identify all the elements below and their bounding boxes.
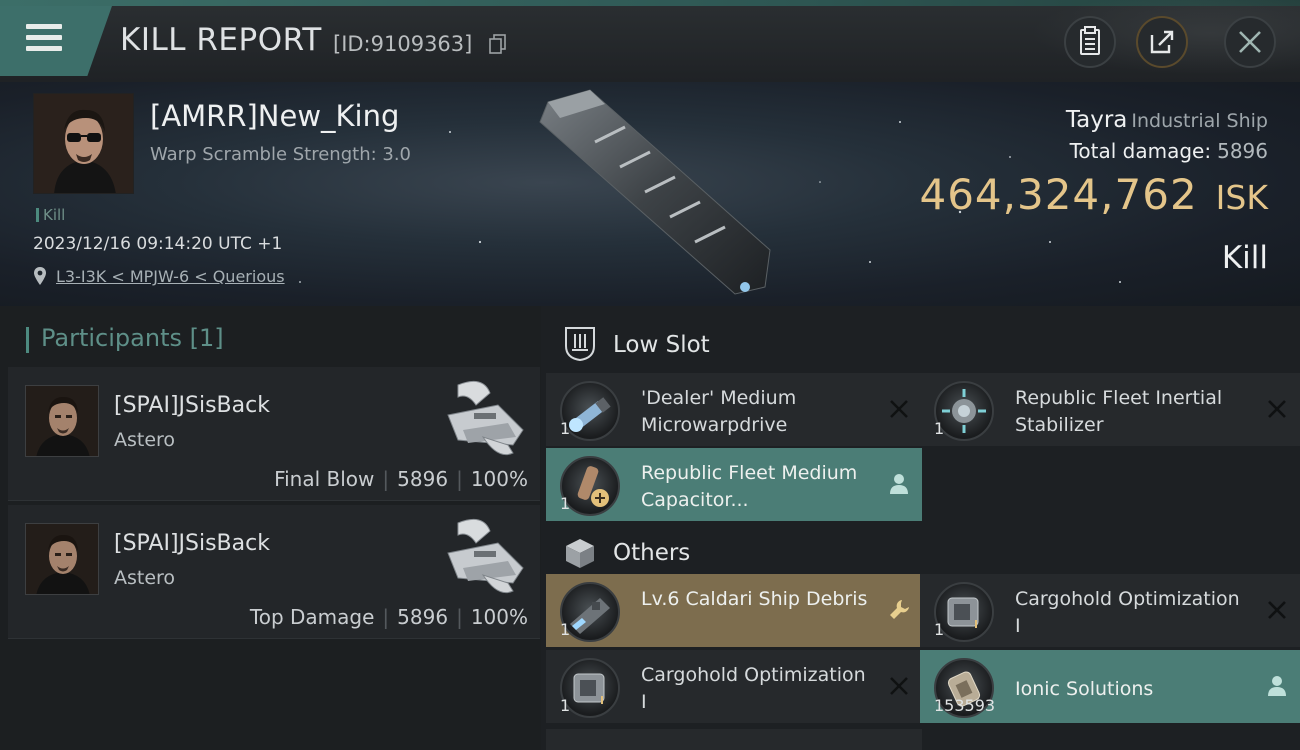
item-quantity: 1 — [560, 620, 571, 639]
kill-result-label: Kill — [1221, 240, 1268, 276]
item-row[interactable]: 1 Republic Fleet Medium Capacitor... — [546, 448, 922, 521]
item-quantity: 153593 — [934, 696, 996, 715]
fitting-panel: Low Slot 1 'Dealer' Medium Microwarpdriv… — [541, 306, 1300, 750]
item-quantity: 1 — [934, 419, 945, 438]
victim-avatar[interactable] — [33, 93, 134, 194]
location-link[interactable]: L3-I3K < MPJW-6 < Querious — [56, 267, 285, 286]
cargo-box-icon — [566, 539, 594, 568]
participant-avatar[interactable] — [25, 523, 99, 595]
title-bar: KILL REPORT [ID:9109363] — [0, 0, 1300, 82]
ship-class: Industrial Ship — [1131, 110, 1268, 132]
item-row[interactable]: 1 'Dealer' Medium Microwarpdrive — [546, 373, 922, 446]
item-row-partial[interactable] — [546, 729, 922, 750]
participant-ship: Astero — [114, 567, 176, 589]
destroyed-icon — [1268, 601, 1286, 619]
participant-avatar[interactable] — [25, 385, 99, 457]
clipboard-button[interactable] — [1064, 16, 1116, 68]
participant-role: Final Blow — [274, 467, 375, 491]
participant-role: Top Damage — [249, 605, 375, 629]
isk-value: 464,324,762 — [919, 170, 1198, 219]
victim-ship[interactable]: Tayra Industrial Ship — [1066, 107, 1268, 133]
participant-row[interactable]: [SPAI]JSisBack Astero Final Blow | 5896 | 10… — [8, 367, 540, 501]
participants-panel: Participants [1] [SPAI]JSisBack Astero F… — [0, 306, 541, 750]
destroyed-icon — [890, 400, 908, 418]
item-name: 'Dealer' Medium Microwarpdrive — [641, 387, 797, 436]
ship-name: Tayra — [1065, 107, 1128, 133]
pilot-portrait-image — [26, 386, 98, 456]
participant-ship-image — [447, 380, 524, 456]
report-id: [ID:9109363] — [333, 32, 473, 56]
participants-count: [1] — [189, 324, 224, 352]
item-name: Ionic Solutions — [1015, 678, 1154, 700]
total-damage-value: 5896 — [1217, 139, 1268, 163]
participant-name: [SPAI]JSisBack — [114, 531, 270, 556]
item-quantity: 1 — [934, 620, 945, 639]
participants-header: Participants [1] — [26, 324, 224, 353]
item-quantity: 1 — [560, 494, 571, 513]
participant-stats: Top Damage | 5896 | 100% — [250, 605, 528, 629]
item-quantity: 1 — [560, 696, 571, 715]
pilot-portrait-image — [26, 524, 98, 594]
participant-row[interactable]: [SPAI]JSisBack Astero Top Damage | 5896 | 10… — [8, 505, 540, 639]
section-title: Others — [613, 540, 691, 566]
participant-damage: 5896 — [397, 467, 449, 491]
destroyed-icon — [890, 677, 908, 695]
item-quantity: 1 — [560, 419, 571, 438]
low-slot-icon — [565, 327, 595, 362]
participant-damage: 5896 — [397, 605, 449, 629]
kill-summary-banner: [AMRR]New_King Warp Scramble Strength: 3… — [0, 82, 1300, 306]
isk-unit: ISK — [1215, 178, 1268, 217]
stats-divider: | — [456, 605, 463, 629]
item-name: Republic Fleet Medium Capacitor... — [641, 462, 858, 511]
item-name: Cargohold Optimization I — [641, 664, 866, 713]
participant-damage-percent: 100% — [470, 605, 528, 629]
share-button[interactable] — [1136, 16, 1188, 68]
total-damage: Total damage: 5896 — [1070, 139, 1268, 163]
isk-value-row: 464,324,762 ISK — [919, 170, 1268, 219]
participants-title: Participants — [41, 324, 182, 352]
copy-icon[interactable] — [489, 34, 507, 54]
share-icon — [1150, 30, 1174, 54]
location-pin-icon — [34, 267, 46, 285]
destroyed-icon — [1268, 400, 1286, 418]
item-row[interactable]: 1 Cargohold Optimization I — [546, 650, 922, 723]
low-slot-header: Low Slot — [541, 314, 1300, 374]
close-icon — [1239, 31, 1261, 53]
warp-scramble-strength: Warp Scramble Strength: 3.0 — [150, 144, 412, 165]
victim-name[interactable]: [AMRR]New_King — [150, 99, 399, 133]
dropped-person-icon — [1268, 676, 1286, 696]
total-damage-label: Total damage: — [1069, 139, 1212, 163]
stats-divider: | — [382, 605, 390, 629]
item-row[interactable]: 1 Cargohold Optimization I — [920, 574, 1300, 647]
participant-ship-image — [447, 518, 524, 594]
others-header: Others — [541, 522, 1300, 582]
victim-ship-render — [539, 89, 771, 295]
stats-divider: | — [382, 467, 390, 491]
hamburger-menu-icon[interactable] — [26, 24, 64, 54]
item-name: Republic Fleet Inertial Stabilizer — [1015, 387, 1223, 436]
dropped-person-icon — [890, 474, 908, 494]
stats-divider: | — [456, 467, 463, 491]
item-name: Cargohold Optimization I — [1015, 588, 1240, 637]
item-row[interactable]: 1 Lv.6 Caldari Ship Debris — [546, 574, 922, 647]
kill-tag: Kill — [36, 206, 65, 224]
participant-ship: Astero — [114, 429, 176, 451]
section-title: Low Slot — [613, 332, 710, 358]
participant-name: [SPAI]JSisBack — [114, 393, 270, 418]
page-title: KILL REPORT — [120, 22, 322, 58]
pilot-portrait-image — [34, 94, 133, 193]
close-button[interactable] — [1224, 16, 1276, 68]
participant-damage-percent: 100% — [470, 467, 528, 491]
item-row[interactable]: 153593 Ionic Solutions — [920, 650, 1300, 723]
wrench-icon — [890, 600, 909, 619]
participant-stats: Final Blow | 5896 | 100% — [274, 467, 528, 491]
clipboard-icon — [1080, 26, 1100, 55]
item-name: Lv.6 Caldari Ship Debris — [641, 588, 868, 610]
item-row[interactable]: 1 Republic Fleet Inertial Stabilizer — [920, 373, 1300, 446]
kill-timestamp: 2023/12/16 09:14:20 UTC +1 — [33, 234, 283, 254]
